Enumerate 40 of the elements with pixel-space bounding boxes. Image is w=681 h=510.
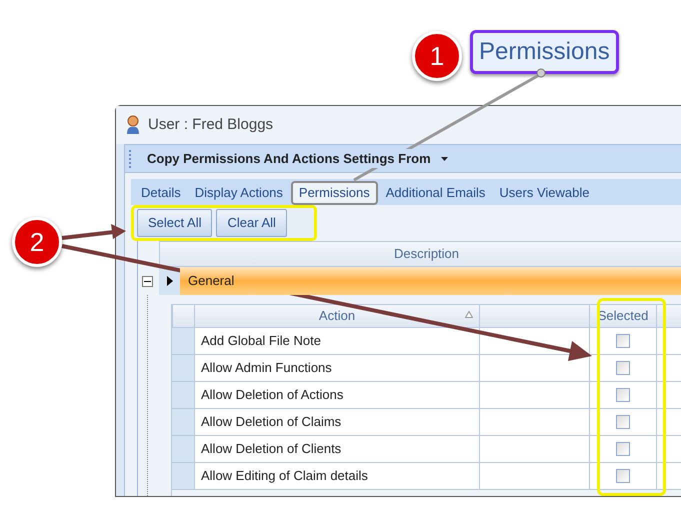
table-cell: Allow Deletion of Clients [195,436,480,462]
expand-toggle[interactable] [142,276,153,286]
zoomed-tab-label: Permissions [470,30,619,74]
tab[interactable]: Additional Emails [380,181,492,205]
sort-icon [465,311,473,318]
group-row: General [180,267,681,295]
column-header: Action [195,304,480,328]
checkbox[interactable] [616,469,630,483]
user-icon [126,115,140,135]
column-header: Description [159,241,681,267]
table-cell: Add Global File Note [195,328,480,354]
caret-icon [440,156,448,160]
table-cell: Allow Admin Functions [195,355,480,381]
checkbox[interactable] [616,388,630,402]
checkbox[interactable] [616,361,630,375]
row-selector[interactable] [172,355,195,381]
callout-number: 2 [12,217,62,267]
table-cell: Allow Deletion of Claims [195,409,480,435]
table-cell: Allow Deletion of Actions [195,382,480,408]
checkbox[interactable] [616,334,630,348]
tab[interactable]: Permissions [290,181,378,205]
row-selector[interactable] [172,436,195,462]
checkbox[interactable] [616,415,630,429]
tab[interactable]: Users Viewable [493,181,596,205]
row-selector[interactable] [172,409,195,435]
tab[interactable]: Display Actions [188,181,289,205]
copy-settings-dropdown[interactable]: Copy Permissions And Actions Settings From [147,148,448,168]
callout-number: 1 [412,31,462,81]
column-header: Selected [590,304,657,328]
tab[interactable]: Details [135,181,187,205]
toolbar-button[interactable]: Select All [137,209,212,237]
table-cell: Allow Editing of Claim details [195,463,480,489]
row-selector[interactable] [172,382,195,408]
checkbox[interactable] [616,442,630,456]
arrow [62,224,126,240]
toolbar-button[interactable]: Clear All [216,209,287,237]
row-selector[interactable] [172,328,195,354]
window-title: User : Fred Bloggs [148,114,274,135]
row-selector[interactable] [172,463,195,489]
row-indicator-icon [166,276,172,286]
